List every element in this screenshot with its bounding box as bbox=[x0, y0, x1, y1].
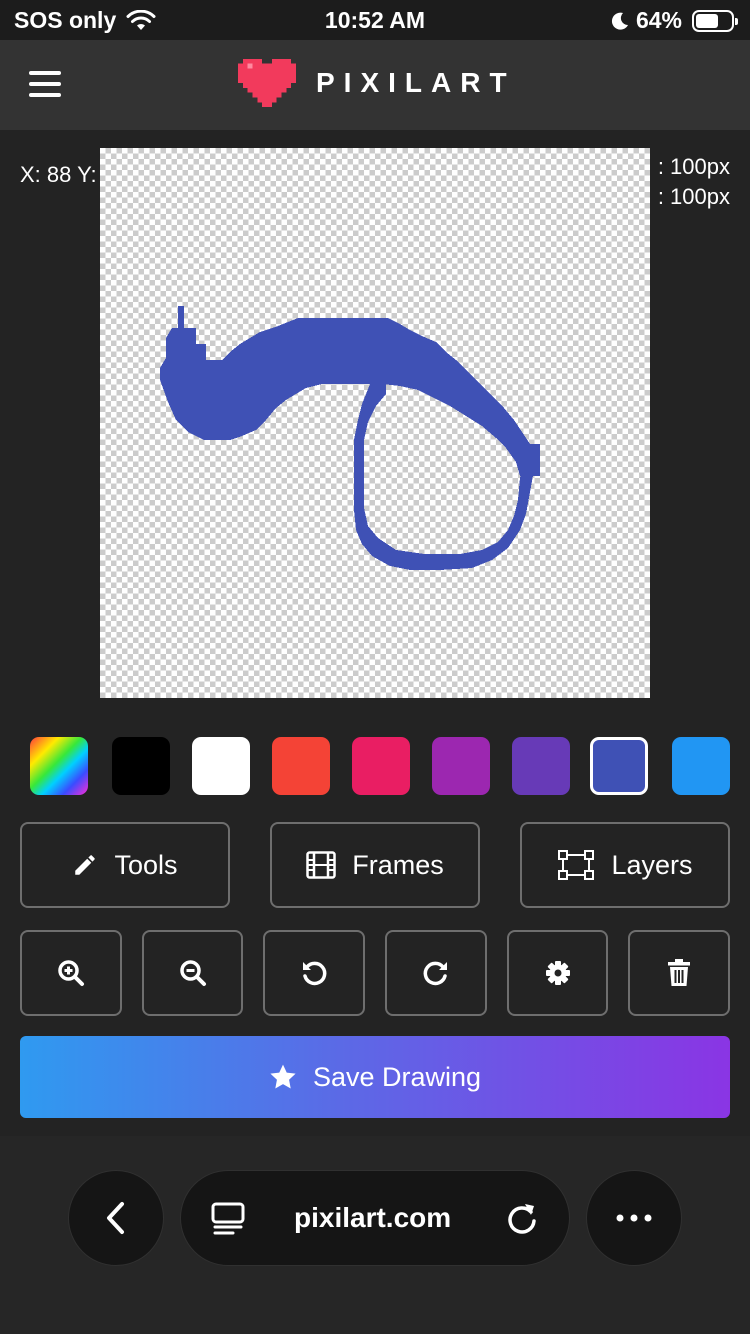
layers-icon bbox=[558, 850, 595, 880]
tabs-icon bbox=[211, 1202, 245, 1235]
film-icon bbox=[306, 851, 336, 879]
cursor-coordinates: X: 88 Y: bbox=[20, 162, 97, 187]
canvas-height-text: : 100px bbox=[657, 184, 730, 209]
zoom-out-icon bbox=[179, 960, 206, 986]
address-bar[interactable]: pixilart.com bbox=[180, 1170, 570, 1266]
url-text: pixilart.com bbox=[294, 1202, 452, 1233]
redo-button[interactable] bbox=[385, 930, 487, 1016]
zoom-out-button[interactable] bbox=[142, 930, 243, 1016]
logo-text: PIXILART bbox=[316, 67, 516, 98]
zoom-in-icon bbox=[58, 960, 84, 986]
more-button[interactable] bbox=[586, 1170, 682, 1266]
moon-icon bbox=[611, 12, 628, 30]
back-button[interactable] bbox=[68, 1170, 164, 1266]
color-swatch-red[interactable] bbox=[272, 737, 330, 795]
color-swatch-black[interactable] bbox=[112, 737, 170, 795]
color-palette bbox=[30, 737, 730, 795]
status-right: 64% bbox=[610, 7, 738, 34]
star-icon bbox=[270, 1064, 296, 1088]
drawing-canvas[interactable] bbox=[100, 148, 650, 698]
color-swatch-indigo-selected[interactable] bbox=[590, 737, 648, 795]
hamburger-icon[interactable] bbox=[29, 71, 61, 99]
browser-toolbar: pixilart.com bbox=[0, 1136, 750, 1334]
frames-button[interactable]: Frames bbox=[270, 822, 480, 908]
logo[interactable]: PIXILART bbox=[238, 58, 516, 108]
color-swatch-deep-purple[interactable] bbox=[512, 737, 570, 795]
settings-button[interactable] bbox=[507, 930, 608, 1016]
canvas-width-text: : 100px bbox=[657, 154, 730, 179]
undo-button[interactable] bbox=[263, 930, 365, 1016]
trash-icon bbox=[668, 959, 690, 986]
settings-icon bbox=[545, 961, 570, 985]
back-icon bbox=[107, 1202, 124, 1234]
drawing-stroke bbox=[160, 306, 540, 570]
color-swatch-blue[interactable] bbox=[672, 737, 730, 795]
tools-button[interactable]: Tools bbox=[20, 822, 230, 908]
pixel-heart-icon bbox=[238, 58, 296, 108]
delete-button[interactable] bbox=[628, 930, 730, 1016]
app-header: PIXILART bbox=[0, 40, 750, 130]
reload-icon bbox=[508, 1204, 536, 1234]
layers-button[interactable]: Layers bbox=[520, 822, 730, 908]
save-drawing-label: Save Drawing bbox=[312, 1061, 482, 1092]
pencil-icon bbox=[75, 855, 96, 875]
color-swatch-purple[interactable] bbox=[432, 737, 490, 795]
tools-label: Tools bbox=[114, 849, 178, 880]
redo-icon bbox=[423, 961, 447, 986]
more-icon bbox=[616, 1214, 652, 1222]
color-swatch-white[interactable] bbox=[192, 737, 250, 795]
battery-icon bbox=[692, 9, 738, 32]
color-picker-rainbow[interactable] bbox=[30, 737, 88, 795]
zoom-in-button[interactable] bbox=[20, 930, 122, 1016]
layers-label: Layers bbox=[611, 849, 693, 880]
status-bar: SOS only 10:52 AM 64% bbox=[0, 0, 750, 40]
frames-label: Frames bbox=[352, 849, 444, 880]
save-drawing-button[interactable]: Save Drawing bbox=[20, 1036, 730, 1118]
color-swatch-pink[interactable] bbox=[352, 737, 410, 795]
battery-percent: 64% bbox=[635, 7, 682, 33]
undo-icon bbox=[303, 961, 327, 986]
canvas-size-info: : 100px : 100px bbox=[658, 152, 730, 212]
